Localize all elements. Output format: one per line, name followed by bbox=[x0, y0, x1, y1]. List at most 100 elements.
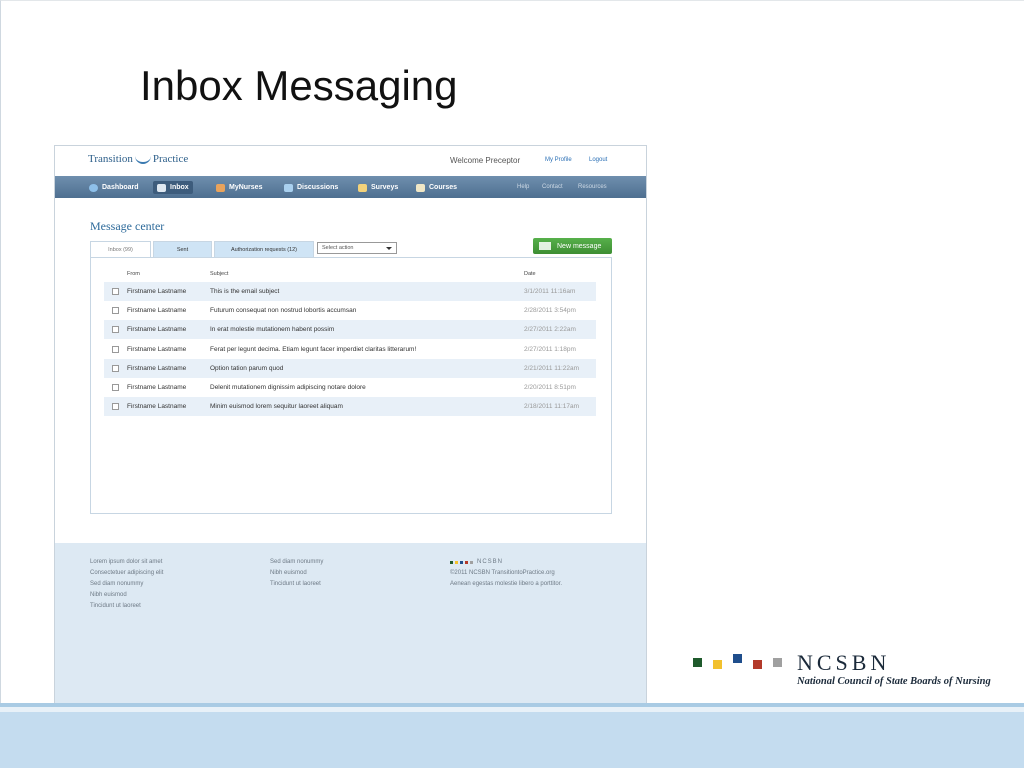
row-checkbox[interactable] bbox=[112, 384, 119, 391]
message-date: 2/27/2011 1:18pm bbox=[524, 346, 576, 353]
app-logo-right: Practice bbox=[152, 153, 189, 165]
message-from: Firstname Lastname bbox=[127, 326, 187, 333]
footer-link[interactable]: Tincidunt ut laoreet bbox=[270, 579, 323, 590]
logout-link[interactable]: Logout bbox=[589, 157, 607, 163]
footer-link[interactable]: Tincidunt ut laoreet bbox=[90, 601, 163, 612]
logo-square-icon bbox=[713, 660, 722, 669]
message-row[interactable]: Firstname Lastname Option tation parum q… bbox=[104, 359, 596, 378]
message-row[interactable]: Firstname Lastname Futurum consequat non… bbox=[104, 301, 596, 320]
new-message-button[interactable]: New message bbox=[533, 238, 612, 254]
row-checkbox[interactable] bbox=[112, 326, 119, 333]
nav-mynurses-label: MyNurses bbox=[229, 184, 263, 191]
message-subject[interactable]: Futurum consequat non nostrud lobortis a… bbox=[210, 307, 356, 314]
row-checkbox[interactable] bbox=[112, 307, 119, 314]
logo-square-icon bbox=[465, 561, 468, 564]
message-subject[interactable]: Minim euismod lorem sequitur laoreet ali… bbox=[210, 403, 343, 410]
footer-ncsbn-logo: NCSBN bbox=[450, 557, 562, 568]
logo-square-icon bbox=[733, 654, 742, 663]
footer-info-col: NCSBN ©2011 NCSBN TransitiontoPractice.o… bbox=[450, 557, 562, 590]
envelope-icon bbox=[157, 183, 166, 192]
nav-discussions-label: Discussions bbox=[297, 184, 339, 191]
my-profile-link[interactable]: My Profile bbox=[545, 157, 572, 163]
message-subject[interactable]: Delenit mutationem dignissim adipiscing … bbox=[210, 384, 366, 391]
app-logo[interactable]: Transition Practice bbox=[88, 153, 188, 165]
row-checkbox[interactable] bbox=[112, 403, 119, 410]
nav-dashboard-label: Dashboard bbox=[102, 184, 139, 191]
message-from: Firstname Lastname bbox=[127, 307, 187, 314]
logo-square-icon bbox=[450, 561, 453, 564]
chevron-down-icon bbox=[386, 247, 392, 250]
footer-link[interactable]: Consectetuer adipiscing elit bbox=[90, 568, 163, 579]
footer-link[interactable]: Nibh euismod bbox=[270, 568, 323, 579]
message-row[interactable]: Firstname Lastname This is the email sub… bbox=[104, 282, 596, 301]
nav-inbox[interactable]: Inbox bbox=[153, 181, 193, 194]
chat-icon bbox=[284, 183, 293, 192]
message-subject[interactable]: This is the email subject bbox=[210, 288, 279, 295]
nav-mynurses[interactable]: MyNurses bbox=[216, 181, 262, 194]
envelope-icon bbox=[539, 242, 551, 250]
column-header-subject[interactable]: Subject bbox=[210, 271, 228, 277]
message-list-panel: From Subject Date Firstname Lastname Thi… bbox=[90, 257, 612, 514]
pencil-icon bbox=[416, 183, 425, 192]
nav-dashboard[interactable]: Dashboard bbox=[89, 181, 139, 194]
nav-resources[interactable]: Resources bbox=[578, 184, 607, 190]
nav-discussions[interactable]: Discussions bbox=[284, 181, 338, 194]
nav-contact[interactable]: Contact bbox=[542, 184, 563, 190]
tab-inbox[interactable]: Inbox (99) bbox=[90, 241, 151, 257]
message-subject[interactable]: In erat molestie mutationem habent possi… bbox=[210, 326, 334, 333]
message-center-title: Message center bbox=[90, 219, 165, 233]
logo-square-icon bbox=[773, 658, 782, 667]
message-row[interactable]: Firstname Lastname Minim euismod lorem s… bbox=[104, 397, 596, 416]
row-checkbox[interactable] bbox=[112, 288, 119, 295]
welcome-text: Welcome Preceptor bbox=[450, 156, 521, 165]
app-logo-left: Transition bbox=[88, 153, 133, 165]
logo-brand: NCSBN bbox=[797, 650, 891, 675]
slide-title: Inbox Messaging bbox=[140, 62, 458, 109]
row-checkbox[interactable] bbox=[112, 346, 119, 353]
message-row[interactable]: Firstname Lastname Delenit mutationem di… bbox=[104, 378, 596, 397]
globe-icon bbox=[89, 183, 98, 192]
footer-link[interactable]: Nibh euismod bbox=[90, 590, 163, 601]
message-date: 2/27/2011 2:22am bbox=[524, 326, 576, 333]
swirl-icon bbox=[134, 154, 151, 165]
clipboard-icon bbox=[358, 183, 367, 192]
nav-courses[interactable]: Courses bbox=[416, 181, 457, 194]
tab-sent[interactable]: Sent bbox=[153, 241, 212, 257]
logo-square-icon bbox=[455, 561, 458, 564]
ncsbn-logo: NCSBN National Council of State Boards o… bbox=[693, 650, 993, 694]
main-nav: Dashboard Inbox MyNurses Discussions Sur… bbox=[55, 176, 646, 198]
logo-tagline: National Council of State Boards of Nurs… bbox=[797, 676, 991, 687]
logo-square-icon bbox=[693, 658, 702, 667]
select-action-dropdown[interactable]: Select action bbox=[317, 242, 397, 254]
column-header-date[interactable]: Date bbox=[524, 271, 536, 277]
nav-surveys-label: Surveys bbox=[371, 184, 399, 191]
message-date: 2/20/2011 8:51pm bbox=[524, 384, 576, 391]
footer-brand: NCSBN bbox=[477, 559, 504, 565]
nav-courses-label: Courses bbox=[429, 184, 458, 191]
message-row[interactable]: Firstname Lastname Ferat per legunt deci… bbox=[104, 340, 596, 359]
message-from: Firstname Lastname bbox=[127, 288, 187, 295]
nav-surveys[interactable]: Surveys bbox=[358, 181, 398, 194]
footer-link[interactable]: Sed diam nonummy bbox=[90, 579, 163, 590]
row-checkbox[interactable] bbox=[112, 365, 119, 372]
footer-link[interactable]: Sed diam nonummy bbox=[270, 557, 323, 568]
message-row[interactable]: Firstname Lastname In erat molestie muta… bbox=[104, 320, 596, 339]
nav-inbox-label: Inbox bbox=[170, 184, 189, 191]
tab-authorization-requests[interactable]: Authorization requests (12) bbox=[214, 241, 314, 257]
column-header-from[interactable]: From bbox=[127, 271, 140, 277]
app-header: Transition Practice Welcome Preceptor My … bbox=[55, 146, 646, 178]
message-subject[interactable]: Option tation parum quod bbox=[210, 365, 283, 372]
footer-copyright: ©2011 NCSBN TransitiontoPractice.org bbox=[450, 570, 555, 576]
logo-square-icon bbox=[470, 561, 473, 564]
footer-links-col1: Lorem ipsum dolor sit amet Consectetuer … bbox=[90, 557, 163, 612]
message-date: 2/28/2011 3:54pm bbox=[524, 307, 576, 314]
message-subject[interactable]: Ferat per legunt decima. Etiam legunt fa… bbox=[210, 346, 416, 353]
slide-band bbox=[0, 712, 1024, 768]
footer-link[interactable]: Lorem ipsum dolor sit amet bbox=[90, 557, 163, 568]
new-message-label: New message bbox=[557, 242, 602, 250]
app-screenshot: Transition Practice Welcome Preceptor My … bbox=[54, 145, 647, 738]
message-date: 3/1/2011 11:16am bbox=[524, 288, 576, 295]
footer-tagline: Aenean egestas molestie libero a porttit… bbox=[450, 581, 563, 587]
logo-square-icon bbox=[753, 660, 762, 669]
nav-help[interactable]: Help bbox=[517, 184, 529, 190]
